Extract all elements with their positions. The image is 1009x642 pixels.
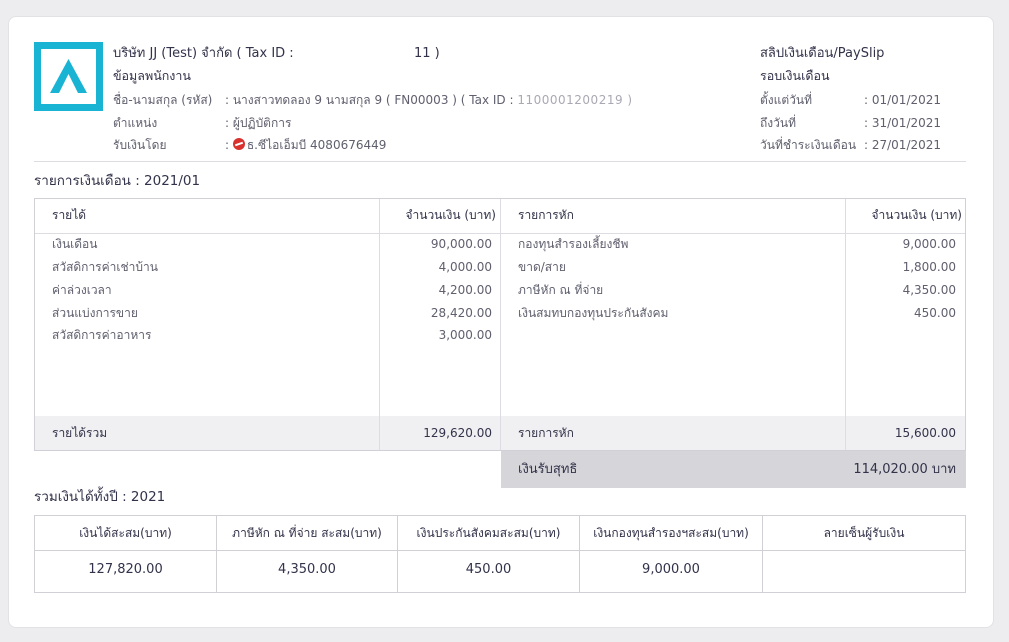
employee-name-label: ชื่อ-นามสกุล (รหัส) [113, 93, 213, 107]
list-item-amount: 4,200.00 [438, 283, 492, 297]
net-label: เงินรับสุทธิ [518, 462, 578, 477]
payslip-title: สลิปเงินเดือน/PaySlip [760, 46, 885, 61]
income-total-label: รายได้รวม [52, 426, 108, 440]
list-item-amount: 9,000.00 [902, 237, 956, 251]
position-label: ตำแหน่ง [113, 116, 158, 130]
list-item-amount: 450.00 [914, 306, 956, 320]
to-date-value: : 31/01/2021 [864, 116, 942, 130]
deduction-total-value: 15,600.00 [894, 426, 956, 440]
from-date-label: ตั้งแต่วันที่ [760, 93, 813, 107]
income-total-value: 129,620.00 [423, 426, 492, 440]
employee-name-value: : นางสาวทดลอง 9 นามสกุล 9 ( FN00003 ) ( … [225, 93, 633, 107]
list-item-amount: 3,000.00 [438, 328, 492, 342]
income-amount-header: จำนวนเงิน (บาท) [405, 208, 496, 222]
employee-tax-id: 1100001200219 ) [517, 93, 633, 107]
pay-date-label: วันที่ชำระเงินเดือน [760, 138, 857, 152]
header-divider [34, 161, 966, 162]
ytd-header: เงินได้สะสม(บาท) [79, 526, 172, 540]
list-item: ภาษีหัก ณ ที่จ่าย [518, 283, 604, 297]
ytd-section-title: รวมเงินได้ทั้งปี : 2021 [34, 489, 166, 505]
list-item-amount: 28,420.00 [430, 306, 492, 320]
list-item: กองทุนสำรองเลี้ยงชีพ [518, 237, 629, 251]
list-item: สวัสดิการค่าอาหาร [52, 328, 152, 342]
ytd-value: 450.00 [465, 562, 512, 577]
salary-section-title: รายการเงินเดือน : 2021/01 [34, 173, 201, 189]
paid-by-value: : ธ.ซีไอเอ็มบี 4080676449 [225, 138, 387, 152]
bank-icon [232, 138, 245, 150]
paid-by-label: รับเงินโดย [113, 138, 167, 152]
ytd-header: เงินประกันสังคมสะสม(บาท) [416, 526, 561, 540]
deduction-header: รายการหัก [518, 208, 574, 222]
ytd-header: ลายเซ็นผู้รับเงิน [823, 526, 905, 540]
position-value: : ผู้ปฏิบัติการ [225, 116, 292, 130]
to-date-label: ถึงวันที่ [760, 116, 796, 130]
ytd-value: 9,000.00 [642, 562, 700, 577]
company-logo [34, 42, 103, 111]
deduction-amount-header: จำนวนเงิน (บาท) [871, 208, 962, 222]
company-name: บริษัท JJ (Test) จำกัด ( Tax ID : [113, 46, 294, 61]
logo-mark-icon [50, 59, 87, 93]
list-item: เงินสมทบกองทุนประกันสังคม [518, 306, 669, 320]
list-item: สวัสดิการค่าเช่าบ้าน [52, 260, 158, 274]
mid-col-divider [500, 199, 501, 450]
list-item-amount: 1,800.00 [902, 260, 956, 274]
list-item: ค่าล่วงเวลา [52, 283, 112, 297]
ytd-header: ภาษีหัก ณ ที่จ่าย สะสม(บาท) [232, 526, 382, 540]
net-value: 114,020.00 บาท [853, 462, 956, 477]
list-item: เงินเดือน [52, 237, 98, 251]
ytd-value: 4,350.00 [278, 562, 336, 577]
ytd-value: 127,820.00 [88, 562, 163, 577]
list-item: ส่วนแบ่งการขาย [52, 306, 138, 320]
pay-date-value: : 27/01/2021 [864, 138, 942, 152]
list-item-amount: 4,350.00 [902, 283, 956, 297]
from-date-value: : 01/01/2021 [864, 93, 942, 107]
period-title: รอบเงินเดือน [760, 68, 830, 83]
list-item-amount: 4,000.00 [438, 260, 492, 274]
company-tax-id: 11 ) [414, 46, 440, 61]
deduction-total-label: รายการหัก [518, 426, 574, 440]
employee-section-title: ข้อมูลพนักงาน [113, 68, 191, 83]
ytd-header: เงินกองทุนสำรองฯสะสม(บาท) [593, 526, 749, 540]
list-item-amount: 90,000.00 [430, 237, 492, 251]
income-header: รายได้ [52, 208, 87, 222]
list-item: ขาด/สาย [518, 260, 566, 274]
